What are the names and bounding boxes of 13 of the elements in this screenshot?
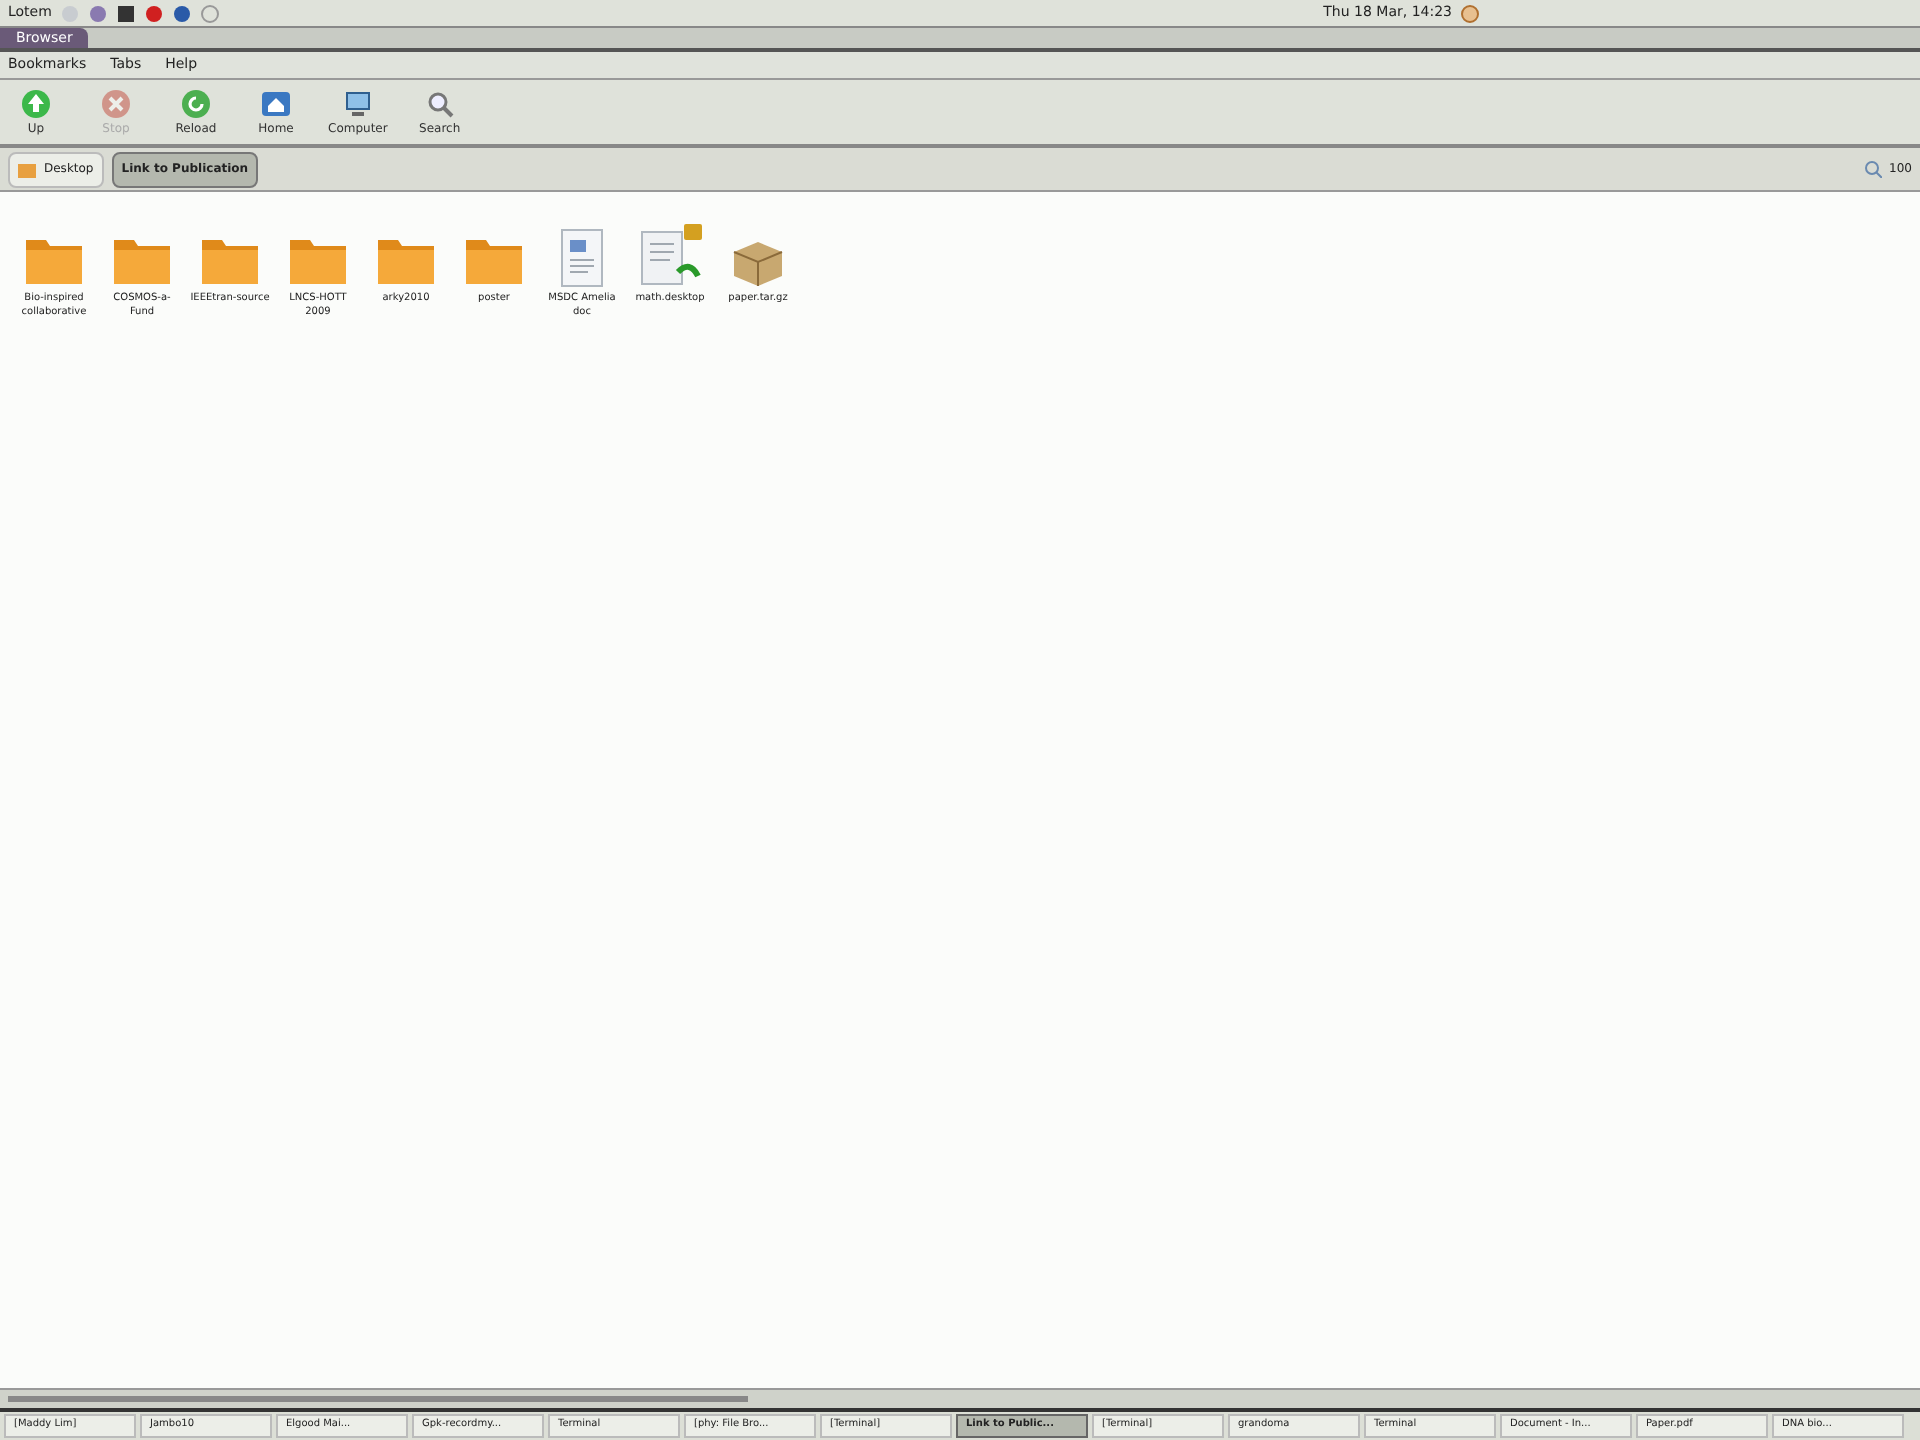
launcher-icon[interactable]: [171, 3, 192, 23]
computer-icon: [341, 87, 374, 119]
zoom-icon: [1863, 160, 1882, 178]
folder-icon: [18, 161, 36, 177]
reload-icon: [180, 87, 212, 119]
package-icon: [728, 236, 788, 288]
launcher-icon[interactable]: [115, 3, 136, 23]
home-icon: [260, 87, 292, 119]
power-icon[interactable]: [1460, 3, 1480, 23]
stop-icon: [100, 87, 132, 119]
document-icon: [558, 228, 606, 288]
launcher-icon[interactable]: [143, 3, 164, 23]
search-icon: [423, 87, 456, 119]
